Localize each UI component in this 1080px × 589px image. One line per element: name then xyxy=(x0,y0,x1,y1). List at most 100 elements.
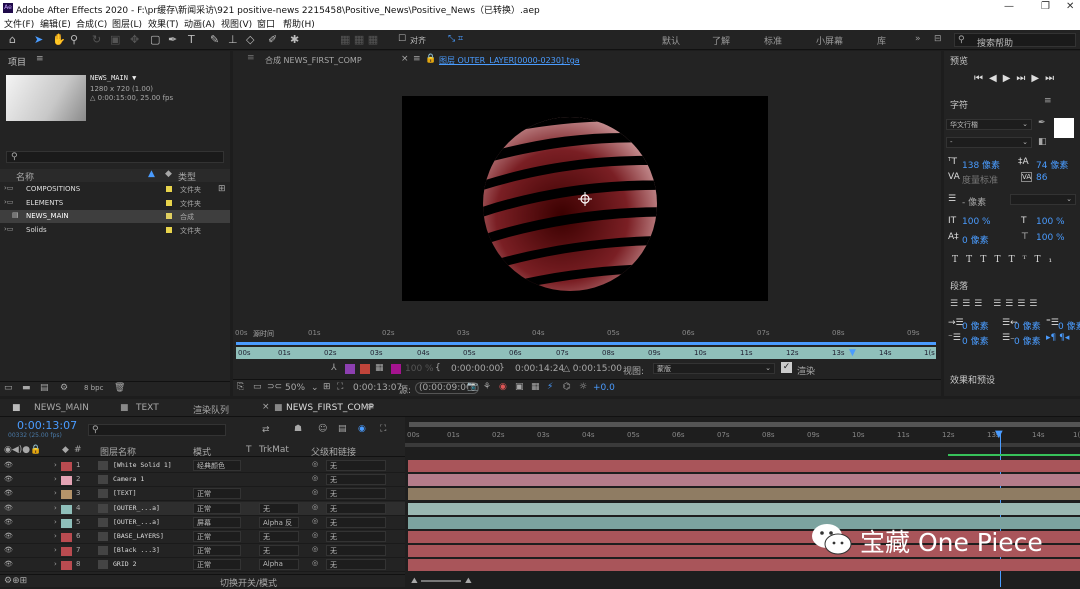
region-of-interest-icon[interactable]: ▣ xyxy=(515,382,524,392)
pen-tool-icon[interactable]: ✒ xyxy=(168,33,177,46)
text-style-buttons[interactable]: TTTTTᵀT₁ xyxy=(952,255,1060,265)
graph-editor-icon[interactable]: ⛶ xyxy=(380,424,386,434)
zoom-out-icon[interactable]: ⛰ xyxy=(411,576,418,586)
comp-mini-flowchart-icon[interactable]: ⇄ xyxy=(262,425,270,435)
close-button[interactable]: ✕ xyxy=(1066,1,1074,12)
panel-menu-icon[interactable]: ≡ xyxy=(247,53,255,63)
snap-feature-icon[interactable]: ⤡ ⌗ xyxy=(448,34,463,44)
layer-duration-bar[interactable] xyxy=(408,474,1080,487)
layer-duration-bar[interactable] xyxy=(408,559,1080,572)
delete-icon[interactable]: 🗑 xyxy=(114,383,125,393)
expand-chevron-icon[interactable]: › xyxy=(54,560,57,568)
zoom-level[interactable]: 50% xyxy=(285,383,305,393)
interpret-footage-icon[interactable]: ▭ xyxy=(4,383,13,393)
label-column-icon[interactable]: ◆ xyxy=(165,169,172,179)
bit-depth[interactable]: 8 bpc xyxy=(84,384,103,392)
layer-row[interactable]: 👁 › 8 GRID 2 正常 Alpha ◎ 无 xyxy=(0,558,408,573)
work-area-bar[interactable] xyxy=(405,443,1080,447)
rotate-tool-icon[interactable]: ↻ xyxy=(92,33,101,46)
always-preview-icon[interactable]: ⎘ xyxy=(237,382,244,392)
work-area-bar[interactable] xyxy=(236,342,936,345)
layer-duration-bar[interactable] xyxy=(408,502,1080,515)
red-swatch[interactable] xyxy=(360,364,370,374)
font-style-dropdown[interactable]: - ⌄ xyxy=(946,137,1032,148)
visibility-eye-icon[interactable]: 👁 xyxy=(4,504,13,512)
pickwhip-icon[interactable]: ◎ xyxy=(312,531,318,539)
blend-mode-dropdown[interactable]: 经典颜色 xyxy=(193,460,241,471)
trkmat-dropdown[interactable]: 无 xyxy=(259,531,299,542)
layer-row[interactable]: 👁 › 1 [White Solid 1] 经典颜色 ◎ 无 xyxy=(0,459,408,473)
column-layer-name[interactable]: 图层名称 xyxy=(100,445,136,458)
region-icon[interactable]: ⛶ xyxy=(337,382,343,392)
out-bracket-icon[interactable]: } xyxy=(499,363,505,373)
blend-mode-dropdown[interactable]: 正常 xyxy=(193,559,241,571)
source-time-ruler[interactable]: 00s 源时间 01s 02s 03s 04s 05s 06s 07s 08s 09s xyxy=(233,329,941,341)
sync-settings-icon[interactable]: ⊟ xyxy=(934,34,942,44)
list-item[interactable]: ›▭ ELEMENTS 文件夹 xyxy=(0,197,230,210)
workspace-libraries[interactable]: 库 xyxy=(877,34,886,47)
menu-help[interactable]: 帮助(H) xyxy=(283,17,315,30)
tab-layer[interactable]: 图层 OUTER_LAYER[0000-0230].tga xyxy=(439,55,580,66)
label-color-swatch[interactable] xyxy=(61,504,72,514)
trkmat-dropdown[interactable]: 无 xyxy=(259,502,299,514)
parent-dropdown[interactable]: 无 xyxy=(326,545,386,557)
label-color-swatch[interactable] xyxy=(61,518,72,528)
tab-news-first-comp[interactable]: NEWS_FIRST_COMP xyxy=(286,403,374,413)
timeline-search-input[interactable]: ⚲ xyxy=(88,424,226,436)
vr-icon[interactable]: ⊃⊂ xyxy=(267,382,282,392)
label-color-swatch[interactable] xyxy=(61,490,72,500)
pickwhip-icon[interactable]: ◎ xyxy=(312,545,318,553)
column-trkmat[interactable]: TrkMat xyxy=(259,445,289,455)
column-mode[interactable]: 模式 xyxy=(193,445,211,458)
expand-chevron-icon[interactable]: › xyxy=(54,518,57,526)
parent-dropdown[interactable]: 无 xyxy=(326,516,386,528)
maximize-button[interactable]: ❐ xyxy=(1041,1,1050,12)
fast-preview-icon[interactable]: ⚡ xyxy=(547,382,553,392)
label-color-swatch[interactable] xyxy=(61,561,72,571)
space-after-value[interactable]: 0 像素 xyxy=(1014,334,1041,347)
column-name[interactable]: 名称 xyxy=(16,170,34,183)
camera-tool-icon[interactable]: ▣ xyxy=(110,33,120,46)
zoom-slider[interactable] xyxy=(421,580,461,582)
toggle-switches-modes[interactable]: 切换开关/模式 xyxy=(220,576,277,589)
in-point-time[interactable]: 0:00:00:00 xyxy=(451,364,500,374)
lock-icon[interactable]: 🔒 xyxy=(425,54,436,64)
panel-menu-icon[interactable]: ≡ xyxy=(367,402,375,412)
close-tab-icon[interactable]: ■ xyxy=(12,403,21,413)
panel-menu-icon[interactable]: ≡ xyxy=(413,54,421,64)
clone-stamp-tool-icon[interactable]: ⊥ xyxy=(228,33,238,46)
expand-chevron-icon[interactable]: › xyxy=(54,532,57,540)
blend-mode-dropdown[interactable]: 屏幕 xyxy=(193,516,241,528)
space-before-value[interactable]: 0 像素 xyxy=(962,334,989,347)
pickwhip-icon[interactable]: ◎ xyxy=(312,460,318,468)
menu-effect[interactable]: 效果(T) xyxy=(148,17,179,30)
tab-composition[interactable]: 合成 NEWS_FIRST_COMP xyxy=(265,55,362,66)
out-point-time[interactable]: 0:00:14:24 xyxy=(515,364,564,374)
layer-name[interactable]: GRID 2 xyxy=(113,560,136,568)
workspace-small-screen[interactable]: 小屏幕 xyxy=(816,34,843,47)
tsume-value[interactable]: 100 % xyxy=(1036,233,1065,243)
exposure-icon[interactable]: ☼ xyxy=(579,382,587,392)
layer-name[interactable]: [Black ...3] xyxy=(113,546,160,554)
pickwhip-icon[interactable]: ◎ xyxy=(312,503,318,511)
toggle-icons[interactable]: ⚙⊕⊞ xyxy=(4,576,27,586)
tab-news-main[interactable]: NEWS_MAIN xyxy=(34,403,89,413)
selection-tool-icon[interactable]: ➤ xyxy=(34,33,43,46)
label-color-swatch[interactable] xyxy=(61,462,72,471)
trkmat-dropdown[interactable]: 无 xyxy=(259,545,299,557)
layer-row[interactable]: 👁 › 7 [Black ...3] 正常 无 ◎ 无 xyxy=(0,544,408,559)
expand-chevron-icon[interactable]: › xyxy=(54,504,57,512)
menu-layer[interactable]: 图层(L) xyxy=(112,17,142,30)
visibility-eye-icon[interactable]: 👁 xyxy=(4,461,13,469)
eyedropper-icon[interactable]: ✒ xyxy=(1038,118,1046,128)
layer-duration-bar[interactable] xyxy=(408,460,1080,472)
tracking-value[interactable]: 86 xyxy=(1036,173,1047,183)
stroke-width-value[interactable]: - 像素 xyxy=(962,195,986,208)
pickwhip-icon[interactable]: ◎ xyxy=(312,559,318,567)
label-color-swatch[interactable] xyxy=(61,533,72,542)
leading-value[interactable]: 74 像素 xyxy=(1036,158,1068,171)
parent-dropdown[interactable]: 无 xyxy=(326,502,386,514)
indent-right-value[interactable]: 0 像素 xyxy=(1014,319,1041,332)
tab-text[interactable]: TEXT xyxy=(136,403,159,413)
workspace-overflow-icon[interactable]: » xyxy=(915,34,921,44)
